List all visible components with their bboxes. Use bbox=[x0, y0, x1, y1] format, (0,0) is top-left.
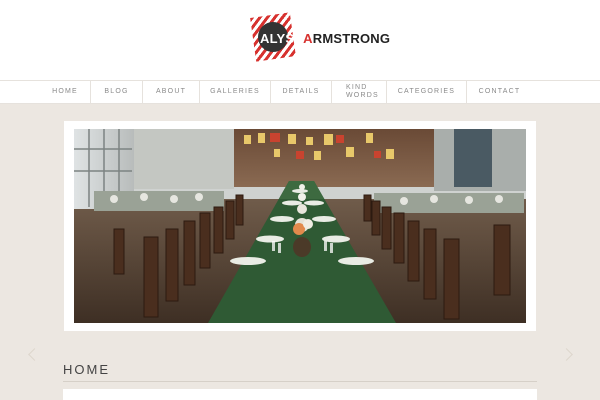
carousel-prev-icon[interactable] bbox=[28, 348, 41, 361]
banquet-table-image bbox=[74, 129, 526, 323]
logo-text-part2: A bbox=[303, 31, 313, 46]
nav-item-details[interactable]: DETAILS bbox=[270, 81, 331, 103]
site-header: ALYSSARMSTRONG bbox=[0, 0, 600, 80]
main-navigation-bar: HOME BLOG ABOUT GALLERIES DETAILS KIND W… bbox=[0, 80, 600, 104]
featured-photo-frame bbox=[64, 121, 536, 331]
nav-item-about[interactable]: ABOUT bbox=[142, 81, 199, 103]
nav-item-home[interactable]: HOME bbox=[40, 81, 90, 103]
main-nav: HOME BLOG ABOUT GALLERIES DETAILS KIND W… bbox=[40, 81, 560, 103]
nav-item-kind-words[interactable]: KIND WORDS bbox=[331, 81, 386, 103]
logo-text: ALYSSARMSTRONG bbox=[260, 31, 390, 46]
content-panel bbox=[63, 389, 537, 400]
logo-text-part1: ALYSS bbox=[260, 31, 304, 46]
carousel-next-icon[interactable] bbox=[560, 348, 573, 361]
page-title: HOME bbox=[63, 362, 110, 377]
nav-item-contact[interactable]: CONTACT bbox=[466, 81, 532, 103]
site-logo[interactable]: ALYSSARMSTRONG bbox=[250, 12, 390, 62]
nav-item-categories[interactable]: CATEGORIES bbox=[386, 81, 466, 103]
banquet-table-illustration bbox=[74, 129, 526, 323]
nav-item-galleries[interactable]: GALLERIES bbox=[199, 81, 270, 103]
title-divider bbox=[63, 381, 537, 382]
logo-text-part3: RMSTRONG bbox=[312, 31, 391, 46]
nav-item-blog[interactable]: BLOG bbox=[90, 81, 142, 103]
